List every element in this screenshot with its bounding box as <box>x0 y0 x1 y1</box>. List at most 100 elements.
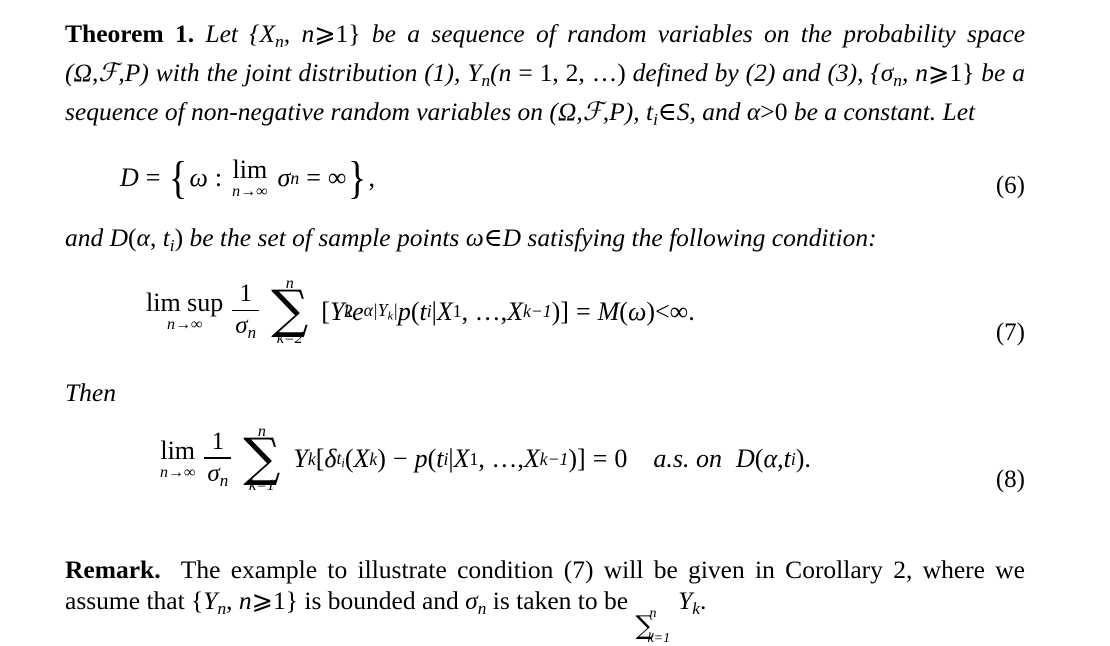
eq8-lim-label: lim <box>160 435 196 465</box>
eq7-bracket-open: [ <box>321 296 330 326</box>
eq8-lim-underscript: n→∞ <box>160 463 196 481</box>
eq8-bracket-open: [ <box>315 444 325 474</box>
remark-line2-c: is taken to be <box>486 586 635 616</box>
eq6-sigma-sub: n <box>290 167 300 188</box>
condition-intro-paragraph: and D(α, ti) be the set of sample points… <box>65 222 1025 261</box>
midtext-alpha: α <box>136 222 150 252</box>
eq7-bracket-close: ] <box>560 296 569 326</box>
eq6-equals-2: = <box>306 163 321 193</box>
geq-symbol-2: ⩾ <box>927 57 950 87</box>
midtext-t: t <box>162 222 170 252</box>
theorem-var-Y: Y <box>467 57 482 87</box>
theorem-line3-n: n <box>915 57 928 87</box>
eq7-e-exponent: α|Yk| <box>363 299 398 323</box>
script-F-symbol-2: ℱ <box>582 96 603 127</box>
theorem-var-X-sub: n <box>275 31 284 51</box>
midtext-b: be the set of sample points <box>183 222 466 252</box>
midtext-D2: D <box>502 222 522 252</box>
midtext-paren-open: ( <box>128 222 137 252</box>
remark-Y-sub: n <box>217 599 227 619</box>
eq8-frac-bar <box>204 457 232 459</box>
theorem-line3-e: ), <box>624 96 646 126</box>
equation-6-block: D = { ω : lim n→∞ σn = ∞ } , (6) <box>65 152 1025 204</box>
midtext-omega: ω <box>465 222 484 252</box>
eq8-sum-lower-limit: k=1 <box>248 477 275 495</box>
eq6-D: D <box>120 163 139 193</box>
set-S-symbol: S <box>676 96 690 126</box>
eq7-p-paren-open: ( <box>410 296 420 326</box>
eq6-lim-label: lim <box>232 154 268 184</box>
greater-than-symbol: > <box>760 96 775 126</box>
remark-label: Remark. <box>65 555 161 585</box>
prob-P-symbol-2: P <box>609 96 625 126</box>
eq7-X1: X <box>436 296 453 326</box>
midtext-comma: , <box>149 222 163 252</box>
eq8-D: D <box>735 444 755 474</box>
eq6-sigma: σ <box>277 163 291 193</box>
then-paragraph: Then <box>65 377 1025 408</box>
eq8-frac-numerator: 1 <box>211 427 225 455</box>
equation-7-number: (7) <box>995 318 1025 346</box>
eq6-equals: = <box>145 163 161 193</box>
eq7-fraction-one-over-sigma: 1 σn <box>232 280 260 341</box>
eq7-p-paren-close: ) <box>551 296 561 326</box>
eq8-dots: , …, <box>478 444 524 474</box>
theorem-line3-c: 1} <box>949 57 982 87</box>
geq-symbol: ⩾ <box>314 19 336 48</box>
eq7-frac-numerator: 1 <box>239 280 252 308</box>
eq6-trailing-comma: , <box>368 163 376 193</box>
remark-period: . <box>700 586 707 616</box>
eq6-omega: ω <box>189 163 208 193</box>
eq8-equals: = <box>592 444 608 474</box>
remark-paragraph: Remark. The example to illustrate condit… <box>65 554 1025 645</box>
eq7-sigma-glyph: ∑ <box>271 280 309 341</box>
eq8-bracket-close: ] <box>577 444 586 474</box>
eq7-Xk: X <box>507 296 523 326</box>
eq7-limsup-operator: lim sup n→∞ <box>146 290 223 333</box>
eq8-limit-operator: lim n→∞ <box>160 435 196 481</box>
equation-7-row: lim sup n→∞ 1 σn n ∑ k=2 [ Y2k e α|Yk| p(… <box>65 276 1025 347</box>
eq8-fraction-one-over-sigma: 1 σn <box>204 427 232 489</box>
eq8-D-paren-close: ) <box>795 444 805 474</box>
theorem-line3-f: , and <box>689 96 741 126</box>
remark-line1: The example to illustrate condition (7) … <box>180 555 985 585</box>
remark-inline-summation: n ∑ k=1 <box>635 606 670 645</box>
document-page: Theorem 1. Let {Xn, n⩾1} be a sequence o… <box>0 0 1110 646</box>
eq6-infinity: ∞ <box>327 163 347 193</box>
eq8-summation: n ∑ k=1 <box>243 423 280 495</box>
equation-8-block: lim n→∞ 1 σn n ∑ k=1 Yk [ δ ti(Xk) − p (… <box>65 423 1025 495</box>
eq8-Y-sub: k <box>307 448 316 469</box>
equation-7-body: lim sup n→∞ 1 σn n ∑ k=2 [ Y2k e α|Yk| p(… <box>143 276 695 347</box>
eq7-M-omega: ω <box>627 296 647 326</box>
theorem-var-t: t <box>645 96 654 126</box>
sigma-sub-n: n <box>893 70 902 90</box>
eq8-delta-X-sub: k <box>369 448 378 469</box>
theorem-line1-one: 1} <box>335 19 372 48</box>
eq6-limit-operator: lim n→∞ <box>232 154 268 200</box>
eq7-Y: Y <box>329 296 345 326</box>
eq8-delta-sub: ti <box>336 447 345 470</box>
midtext-c: satisfying the following condition: <box>521 222 877 252</box>
eq6-brace-close: } <box>348 152 367 204</box>
midtext-D: D <box>109 222 129 252</box>
eq7-p: p <box>397 296 411 326</box>
theorem-line2-n: n <box>498 57 512 87</box>
equation-7-block: lim sup n→∞ 1 σn n ∑ k=2 [ Y2k e α|Yk| p(… <box>65 276 1025 347</box>
eq7-Y-subscript: k <box>344 301 353 322</box>
eq8-Y: Y <box>293 444 308 474</box>
theorem-line1-comma: , <box>283 19 291 48</box>
remark-geq: ⩾ <box>251 586 274 616</box>
eq8-p-t: t <box>436 444 444 474</box>
equation-6-row: D = { ω : lim n→∞ σn = ∞ } , (6) <box>65 152 1025 204</box>
eq8-delta-X: X <box>353 444 370 474</box>
midtext-paren-close: ) <box>174 222 184 252</box>
eq7-period: . <box>688 296 695 326</box>
eq8-minus: − <box>392 444 408 474</box>
eq7-equals: = <box>575 296 591 326</box>
theorem-var-n: n <box>301 19 315 48</box>
remark-line2-b: 1} is bounded and <box>273 586 466 616</box>
eq7-infinity: ∞ <box>669 296 689 326</box>
eq6-brace-open: { <box>169 152 188 204</box>
remark-Y: Y <box>203 586 218 616</box>
theorem-line2-e: defined by (2) and (3), <box>632 57 864 87</box>
